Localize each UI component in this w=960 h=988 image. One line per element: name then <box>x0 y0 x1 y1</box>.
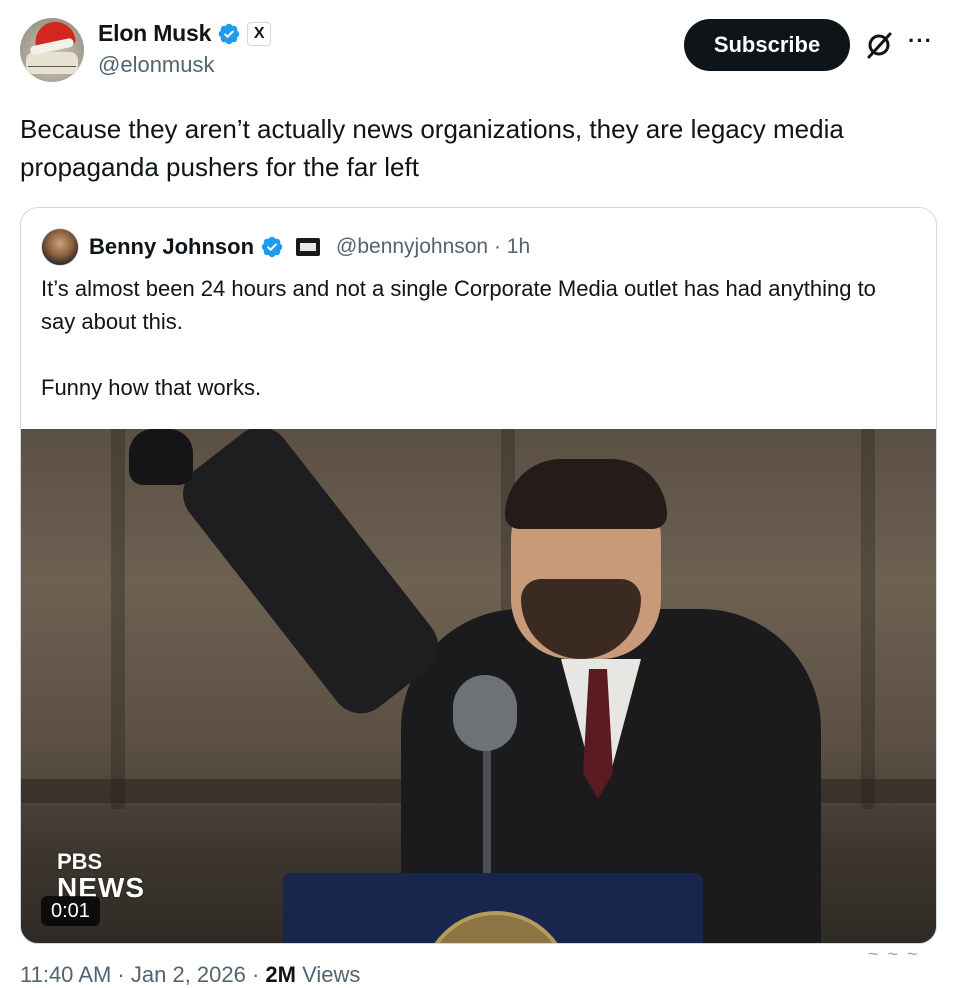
pbs-news-logo: PBS NEWS <box>57 849 145 902</box>
tweet-timestamp[interactable]: 11:40 AM · Jan 2, 2026 · <box>20 962 265 987</box>
quoted-tweet-text: It’s almost been 24 hours and not a sing… <box>41 276 876 400</box>
quoted-author-name: Benny Johnson <box>89 234 255 259</box>
video-pillar <box>861 429 875 809</box>
quoted-verified-badge-icon <box>261 236 283 258</box>
views-label: Views <box>295 962 361 987</box>
verified-badge-icon <box>218 23 240 44</box>
x-affiliation-badge[interactable]: X <box>247 21 272 46</box>
tweet-text: Because they aren’t actually news organi… <box>20 114 844 182</box>
quoted-author-avatar <box>41 228 79 266</box>
video-player[interactable]: PBS NEWS 0:01 <box>21 429 936 943</box>
author-name[interactable]: Elon Musk <box>98 20 211 47</box>
microphone-stand <box>483 739 491 879</box>
microphone-icon <box>453 675 517 751</box>
tweet-meta: 11:40 AM · Jan 2, 2026 · 2M Views <box>20 962 360 988</box>
views-count: 2M <box>265 962 296 987</box>
video-duration-badge: 0:01 <box>41 896 100 926</box>
grok-icon[interactable] <box>864 30 894 60</box>
tweet-header: Elon Musk X @elonmusk Subscribe ··· <box>20 16 940 88</box>
decorative-squiggle: ~ ~ ~ <box>868 944 920 964</box>
more-options-icon[interactable]: ··· <box>908 28 933 54</box>
quoted-tweet[interactable]: Benny Johnson @bennyjohnson · 1h It’s al… <box>20 207 937 944</box>
author-handle[interactable]: @elonmusk <box>98 52 215 78</box>
author-name-row: Elon Musk X <box>98 20 272 47</box>
quoted-tweet-header: Benny Johnson @bennyjohnson · 1h <box>41 228 530 266</box>
video-pillar <box>111 429 125 809</box>
quoted-affiliation-badge-icon <box>296 238 321 256</box>
speaker-glove <box>129 429 193 485</box>
speaker-hair <box>505 459 667 529</box>
quoted-handle-time: @bennyjohnson · 1h <box>336 235 531 258</box>
author-avatar[interactable] <box>20 18 84 82</box>
subscribe-button[interactable]: Subscribe <box>684 19 850 71</box>
